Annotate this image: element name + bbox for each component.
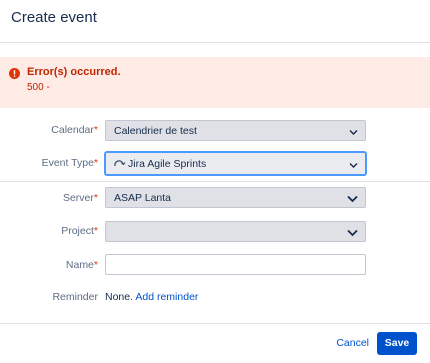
required-mark: * bbox=[93, 225, 98, 237]
project-label: Project* bbox=[61, 225, 98, 237]
event-type-label: Event Type* bbox=[42, 157, 98, 169]
event-type-select[interactable]: Jira Agile Sprints bbox=[105, 152, 366, 175]
error-title: Error(s) occurred. bbox=[27, 66, 121, 78]
required-mark: * bbox=[93, 259, 98, 271]
reminder-none-text: None. bbox=[105, 291, 134, 303]
required-mark: * bbox=[93, 124, 98, 136]
section-divider bbox=[0, 181, 430, 182]
project-label-text: Project bbox=[61, 225, 94, 237]
error-message: Error(s) occurred. 500 - bbox=[0, 57, 430, 108]
dialog-header: Create event bbox=[0, 0, 430, 43]
name-input[interactable] bbox=[105, 254, 366, 275]
dialog-footer: Cancel Save bbox=[0, 323, 430, 363]
reminder-value: None. Add reminder bbox=[105, 291, 198, 303]
error-detail: 500 - bbox=[27, 82, 50, 93]
chevron-down-icon bbox=[349, 127, 358, 135]
required-mark: * bbox=[93, 157, 98, 169]
required-mark: * bbox=[93, 192, 98, 204]
project-select[interactable] bbox=[105, 221, 366, 242]
sprint-icon bbox=[114, 159, 126, 171]
create-event-dialog: Create event Error(s) occurred. 500 - Ca… bbox=[0, 0, 430, 363]
cancel-button[interactable]: Cancel bbox=[336, 337, 369, 349]
calendar-value: Calendrier de test bbox=[114, 125, 197, 137]
calendar-select[interactable]: Calendrier de test bbox=[105, 120, 366, 141]
reminder-label: Reminder bbox=[52, 291, 98, 303]
chevron-down-icon bbox=[349, 160, 358, 168]
add-reminder-link[interactable]: Add reminder bbox=[135, 291, 198, 303]
dialog-title: Create event bbox=[11, 9, 97, 26]
server-value: ASAP Lanta bbox=[114, 192, 172, 204]
chevron-down-icon bbox=[347, 228, 358, 237]
event-type-value: Jira Agile Sprints bbox=[128, 158, 207, 170]
calendar-label: Calendar* bbox=[51, 124, 98, 136]
error-icon bbox=[9, 68, 20, 79]
calendar-label-text: Calendar bbox=[51, 124, 94, 136]
server-select[interactable]: ASAP Lanta bbox=[105, 187, 366, 208]
server-label-text: Server bbox=[62, 192, 94, 204]
event-type-label-text: Event Type bbox=[41, 157, 94, 169]
name-label: Name* bbox=[66, 259, 98, 271]
server-label: Server* bbox=[63, 192, 98, 204]
name-label-text: Name bbox=[65, 259, 94, 271]
save-button[interactable]: Save bbox=[377, 332, 417, 355]
chevron-down-icon bbox=[347, 194, 358, 203]
